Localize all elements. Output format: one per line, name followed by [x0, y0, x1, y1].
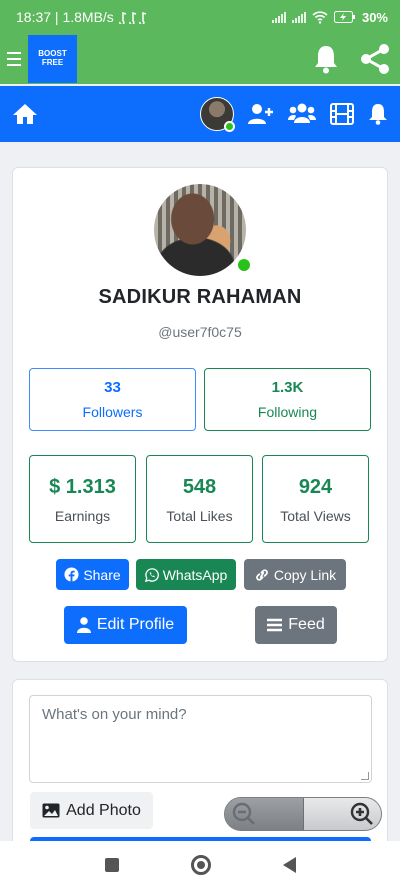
zoom-out-icon [232, 802, 255, 825]
profile-handle: @user7f0c75 [158, 324, 242, 340]
add-photo-label: Add Photo [66, 801, 141, 819]
battery-level: 30% [361, 9, 388, 25]
followers-count: 33 [104, 379, 121, 396]
views-label: Total Views [280, 508, 351, 524]
system-nav-bar [0, 841, 400, 889]
earnings-label: Earnings [54, 508, 111, 524]
list-icon [267, 618, 283, 632]
recent-apps-icon[interactable] [104, 858, 119, 872]
edit-profile-label: Edit Profile [96, 616, 175, 633]
home-button-icon[interactable] [190, 855, 211, 875]
feed-button[interactable]: Feed [255, 606, 337, 644]
profile-avatar[interactable] [154, 184, 246, 276]
likes-value: 548 [182, 476, 217, 498]
bell-icon[interactable] [368, 103, 388, 125]
feed-label: Feed [288, 616, 325, 633]
users-icon[interactable] [288, 103, 316, 125]
online-indicator [235, 256, 253, 274]
followers-label: Followers [82, 404, 143, 420]
post-textarea[interactable]: What's on your mind? [29, 695, 372, 783]
film-icon[interactable] [330, 103, 354, 125]
zoom-out-button[interactable] [225, 798, 304, 830]
zoom-control [224, 797, 382, 831]
wifi-icon [312, 10, 328, 24]
followers-stat[interactable]: 33 Followers [29, 368, 196, 431]
zoom-in-button[interactable] [303, 798, 381, 830]
bell-icon[interactable] [312, 44, 340, 74]
share-icon[interactable] [358, 42, 392, 76]
views-value: 924 [298, 476, 333, 498]
earnings-value: $ 1.313 [49, 476, 116, 498]
brand-logo[interactable]: BOOST FREE [28, 35, 77, 83]
image-icon [42, 803, 60, 818]
status-bar: 18:37 | 1.8MB/s 30% [0, 0, 400, 34]
top-nav [0, 86, 400, 142]
resize-handle-icon[interactable] [361, 772, 369, 780]
profile-card: SADIKUR RAHAMAN @user7f0c75 33 Followers… [12, 167, 388, 662]
add-photo-button[interactable]: Add Photo [30, 792, 153, 829]
back-icon[interactable] [282, 857, 296, 873]
status-time: 18:37 | 1.8MB/s [16, 9, 114, 25]
signal-icon [291, 11, 306, 23]
copy-link-label: Copy Link [273, 566, 337, 583]
edit-profile-button[interactable]: Edit Profile [64, 606, 187, 644]
following-count: 1.3K [271, 379, 304, 396]
following-stat[interactable]: 1.3K Following [204, 368, 371, 431]
share-facebook-button[interactable]: Share [56, 559, 129, 590]
add-user-icon[interactable] [248, 103, 274, 125]
whatsapp-icon [144, 567, 159, 582]
link-icon [256, 568, 268, 581]
home-icon[interactable] [12, 102, 38, 126]
battery-icon [333, 11, 355, 23]
music-note-icon [118, 11, 147, 24]
views-stat: 924 Total Views [262, 455, 369, 543]
facebook-icon [64, 567, 79, 582]
share-whatsapp-button[interactable]: WhatsApp [136, 559, 236, 590]
nav-avatar[interactable] [200, 97, 235, 132]
whatsapp-label: WhatsApp [162, 566, 228, 583]
share-label: Share [83, 566, 121, 583]
profile-name: SADIKUR RAHAMAN [98, 286, 302, 308]
likes-stat: 548 Total Likes [146, 455, 253, 543]
menu-icon[interactable] [0, 34, 28, 84]
post-placeholder: What's on your mind? [42, 706, 187, 723]
online-indicator [224, 121, 235, 132]
app-bar: BOOST FREE [0, 34, 400, 84]
likes-label: Total Likes [166, 508, 233, 524]
earnings-stat: $ 1.313 Earnings [29, 455, 136, 543]
user-icon [76, 617, 91, 633]
copy-link-button[interactable]: Copy Link [244, 559, 346, 590]
zoom-in-icon [350, 802, 373, 825]
following-label: Following [257, 404, 318, 420]
signal-icon [271, 11, 286, 23]
